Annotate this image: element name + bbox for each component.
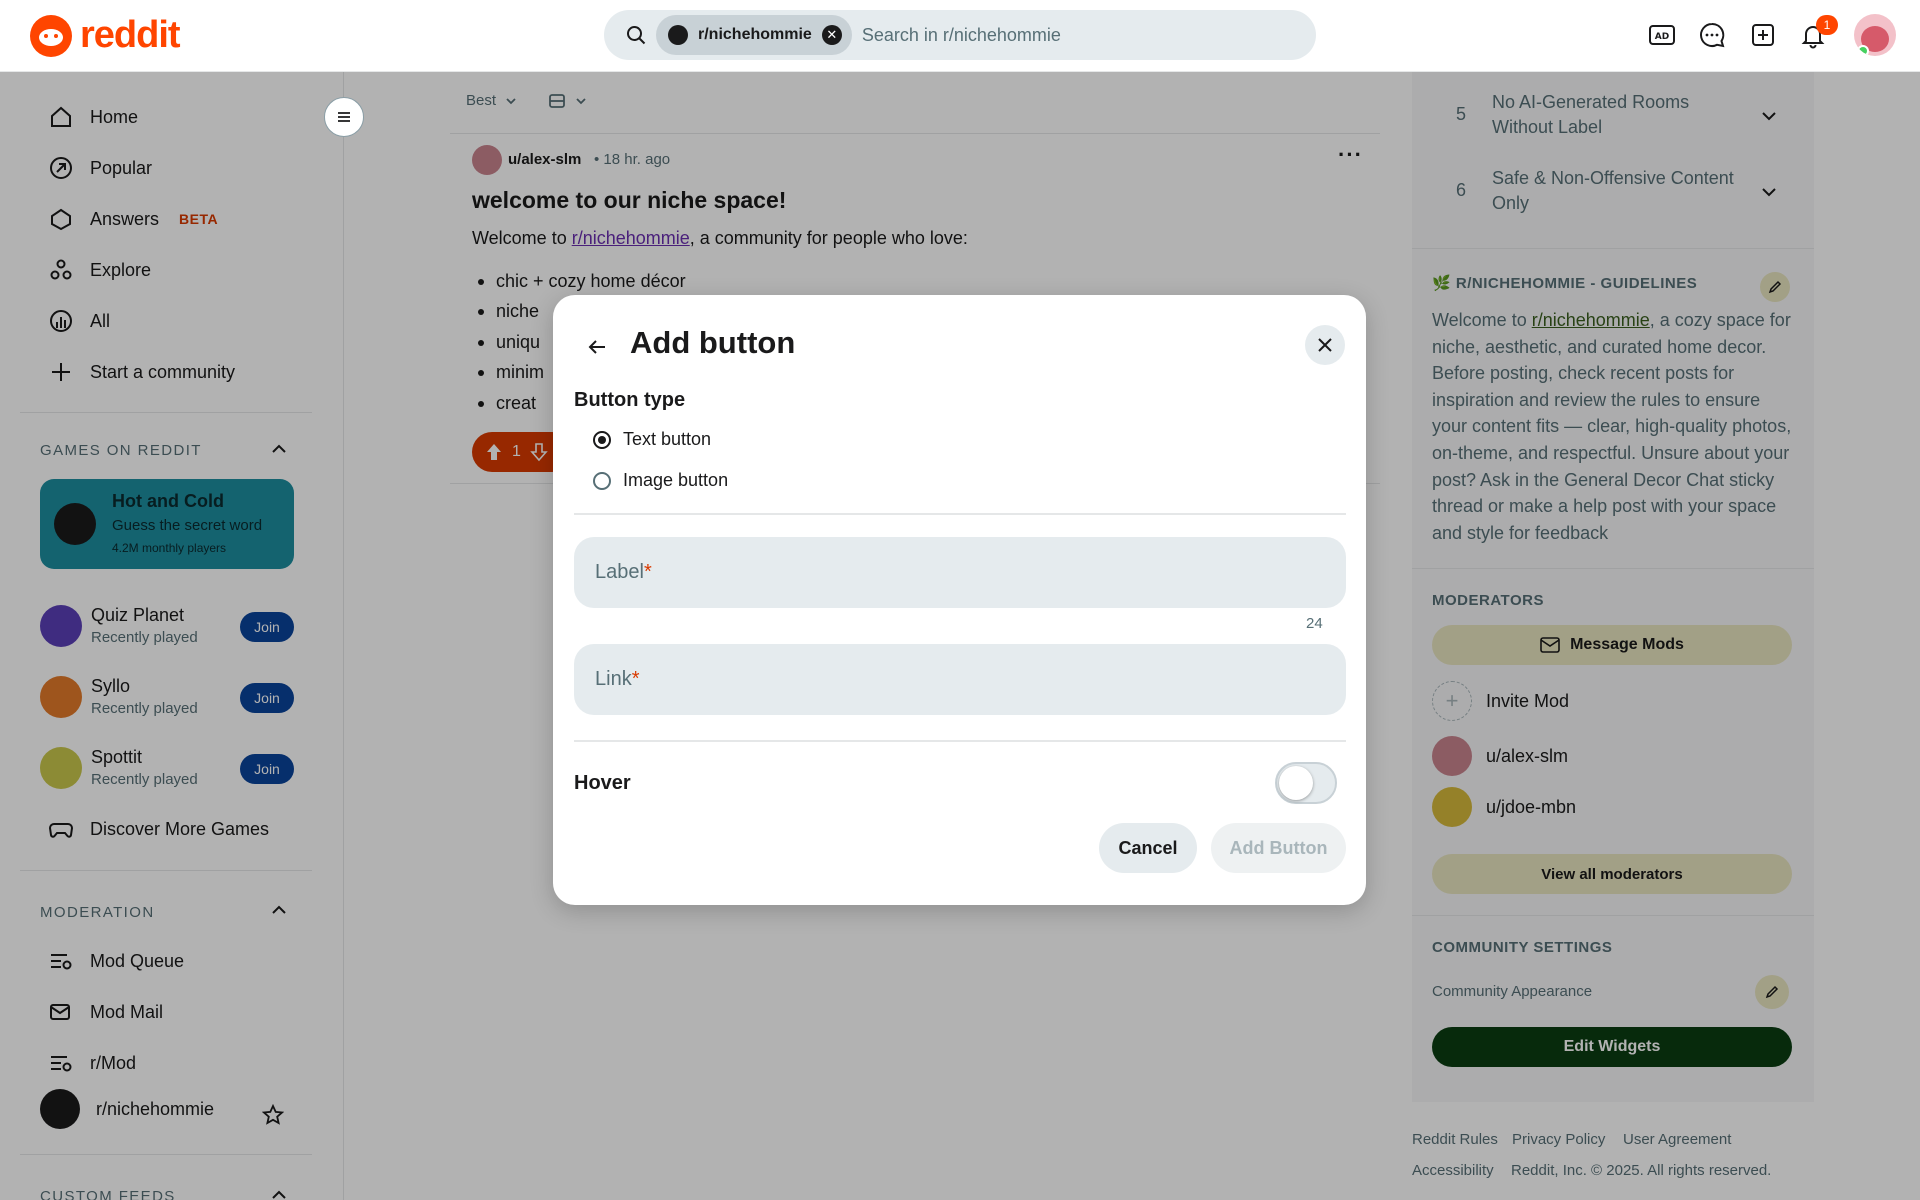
text-button-label: Text button xyxy=(623,429,712,449)
radio-selected[interactable] xyxy=(593,430,611,449)
reddit-snoo-icon xyxy=(30,14,72,57)
radio-unselected[interactable] xyxy=(593,471,611,490)
close-icon xyxy=(1318,338,1332,352)
collapse-sidebar-button[interactable] xyxy=(324,97,364,137)
svg-text:AD: AD xyxy=(1655,32,1669,42)
reddit-logo[interactable]: reddit xyxy=(30,14,181,57)
chip-remove-icon[interactable]: ✕ xyxy=(821,25,842,45)
link-input[interactable] xyxy=(574,644,1346,715)
advertise-icon[interactable]: AD xyxy=(1647,20,1677,50)
add-button-submit[interactable]: Add Button xyxy=(1211,823,1346,873)
chat-icon[interactable] xyxy=(1697,20,1727,50)
close-button[interactable] xyxy=(1305,325,1345,365)
label-char-counter: 24 xyxy=(1306,615,1323,632)
create-post-icon[interactable] xyxy=(1748,20,1778,50)
search-community-chip[interactable]: r/nichehommie ✕ xyxy=(656,15,852,55)
text-button-option[interactable]: Text button xyxy=(593,429,711,450)
search-chip-label: r/nichehommie xyxy=(698,26,812,43)
cancel-button[interactable]: Cancel xyxy=(1099,823,1197,873)
dialog-divider xyxy=(574,740,1346,742)
user-avatar[interactable] xyxy=(1854,14,1896,56)
search-icon xyxy=(627,26,646,45)
image-button-option[interactable]: Image button xyxy=(593,470,728,491)
arrow-left-icon xyxy=(588,340,605,354)
dialog-title: Add button xyxy=(630,325,796,360)
search-bar[interactable]: r/nichehommie ✕ Search in r/nichehommie xyxy=(604,10,1316,60)
hover-toggle[interactable] xyxy=(1275,762,1337,804)
search-input[interactable]: Search in r/nichehommie xyxy=(862,25,1061,46)
back-button[interactable] xyxy=(579,329,615,365)
image-button-label: Image button xyxy=(623,470,729,490)
button-type-heading: Button type xyxy=(574,389,686,411)
add-button-dialog: Add button Button type Text button Image… xyxy=(553,295,1366,905)
dialog-divider xyxy=(574,513,1346,515)
community-chip-avatar xyxy=(668,25,688,45)
notification-badge: 1 xyxy=(1816,15,1838,35)
logo-text: reddit xyxy=(80,14,181,56)
hover-label: Hover xyxy=(574,772,631,794)
top-header: reddit r/nichehommie ✕ Search in r/niche… xyxy=(0,0,1920,72)
label-input[interactable] xyxy=(574,537,1346,608)
menu-icon xyxy=(338,112,350,122)
